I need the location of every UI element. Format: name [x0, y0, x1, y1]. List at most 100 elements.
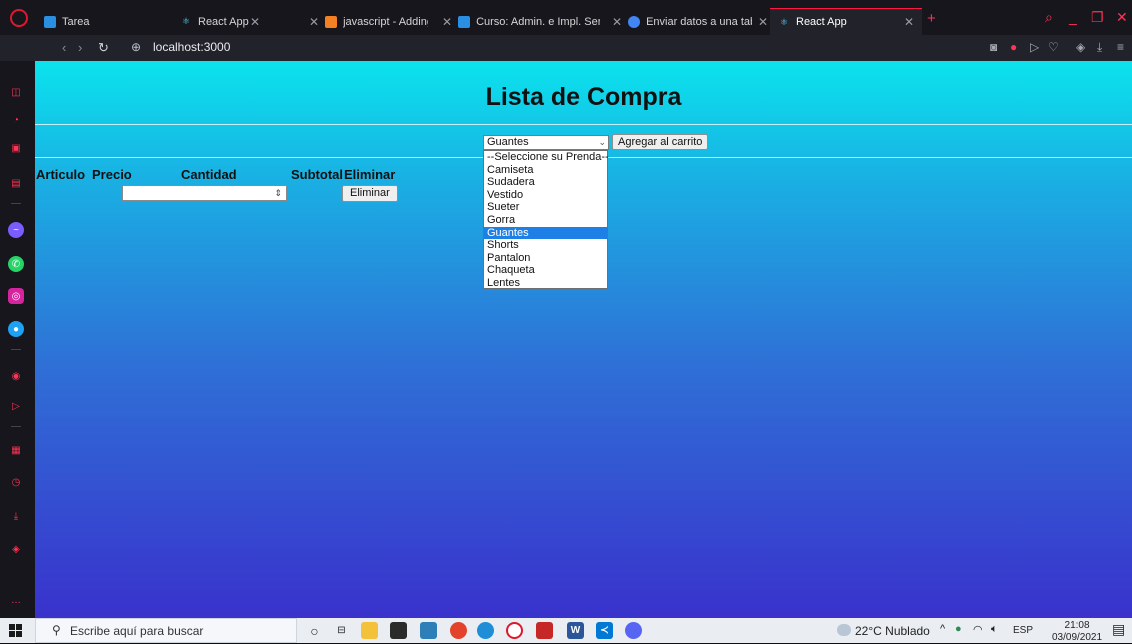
windows-start-icon[interactable] — [9, 624, 22, 637]
dropdown-option[interactable]: Sueter — [484, 201, 607, 214]
browser-tab[interactable]: ⚛ React App — [172, 8, 302, 35]
google-favicon-icon — [628, 15, 641, 28]
cortana-icon[interactable]: ○ — [306, 622, 323, 639]
dropdown-option[interactable]: Gorra — [484, 214, 607, 227]
wifi-icon[interactable]: ◠ — [973, 623, 983, 636]
dropdown-option-selected[interactable]: Guantes — [484, 226, 607, 240]
opera-logo-icon[interactable] — [10, 9, 28, 27]
stackoverflow-favicon-icon — [325, 15, 338, 28]
restore-icon[interactable]: ❐ — [1091, 9, 1104, 26]
sidebar-divider — [11, 426, 21, 427]
dropdown-option[interactable]: Chaqueta — [484, 264, 607, 277]
flow-icon[interactable]: ◔ — [8, 112, 24, 128]
new-tab-icon[interactable]: + — [927, 10, 936, 27]
vscode-icon[interactable]: ≺ — [596, 622, 613, 639]
tray-app-icon[interactable]: ● — [955, 623, 962, 635]
volume-icon[interactable]: 🔈︎ — [991, 623, 998, 636]
opera-taskbar-icon[interactable] — [506, 622, 523, 639]
browser-tab[interactable]: ✕ Enviar datos a una tabla re ✕ — [604, 8, 776, 35]
edge-icon[interactable] — [477, 622, 494, 639]
tab-close-icon[interactable]: ✕ — [612, 15, 622, 29]
spinner-arrows-icon[interactable]: ⇕ — [274, 186, 282, 200]
whatsapp-icon[interactable]: ✆ — [8, 256, 24, 272]
speed-dial-icon[interactable]: ◫ — [8, 84, 24, 100]
reload-icon[interactable]: ↻ — [98, 40, 109, 56]
close-window-icon[interactable]: ✕ — [1116, 9, 1128, 26]
more-icon[interactable]: … — [8, 592, 24, 608]
course-favicon-icon — [458, 15, 471, 28]
download-icon[interactable]: ⤓ — [1097, 40, 1102, 55]
tab-close-icon[interactable]: ✕ — [309, 15, 319, 29]
snapshot-icon[interactable]: ◙ — [990, 40, 997, 54]
twitch-icon[interactable]: ▤ — [8, 175, 24, 191]
easy-setup-icon[interactable]: ≡ — [1117, 40, 1124, 54]
header-articulo: Articulo — [36, 167, 86, 182]
search-tabs-icon[interactable]: ⌕ — [1045, 9, 1053, 26]
clock-time: 21:08 — [1064, 620, 1090, 631]
tab-close-icon[interactable]: ✕ — [442, 15, 452, 29]
tab-favicon-icon — [44, 15, 56, 28]
dropdown-option[interactable]: Lentes — [484, 277, 607, 290]
steam-icon[interactable] — [420, 622, 437, 639]
downloads-sidebar-icon[interactable]: ⤓ — [8, 508, 24, 524]
tab-close-icon[interactable]: ✕ — [904, 15, 914, 29]
tab-close-icon[interactable]: ✕ — [758, 15, 768, 29]
page-title: Lista de Compra — [485, 83, 682, 111]
heart-icon[interactable]: ♡ — [1048, 40, 1059, 54]
extensions-cube-icon[interactable]: ◈ — [1076, 40, 1085, 54]
twitter-icon[interactable]: ● — [8, 321, 24, 337]
dropdown-option[interactable]: Shorts — [484, 239, 607, 252]
shopping-bag-icon[interactable]: ▣ — [8, 140, 24, 156]
tab-title: javascript - Adding a Table — [343, 15, 428, 28]
back-icon[interactable]: ‹ — [62, 40, 66, 55]
weather-status[interactable]: 22°C Nublado — [855, 624, 930, 638]
taskbar-search-placeholder[interactable]: Escribe aquí para buscar — [70, 624, 203, 638]
taskbar-clock[interactable]: 21:08 03/09/2021 — [1052, 620, 1102, 644]
page-viewport: Lista de Compra Guantes ⌄ Agregar al car… — [35, 61, 1132, 618]
send-icon[interactable]: ▷ — [1030, 40, 1039, 54]
history-icon[interactable]: ◷ — [8, 474, 24, 490]
extensions-sidebar-icon[interactable]: ◈ — [8, 541, 24, 557]
dropdown-option[interactable]: Pantalon — [484, 252, 607, 265]
header-eliminar: Eliminar — [344, 167, 396, 182]
select-value: Guantes — [487, 136, 529, 148]
garment-select[interactable]: Guantes ⌄ — [483, 135, 609, 150]
discord-icon[interactable] — [625, 622, 642, 639]
browser-tab[interactable]: ✕ javascript - Adding a Table — [301, 8, 436, 35]
delete-button[interactable]: Eliminar — [342, 185, 398, 202]
adblock-shield-icon[interactable]: ● — [1010, 40, 1017, 54]
forward-icon[interactable]: › — [78, 40, 82, 55]
tray-chevron-up-icon[interactable]: ^ — [940, 623, 945, 635]
game-app-icon[interactable] — [536, 622, 553, 639]
workspaces-grid-icon[interactable]: ▦ — [8, 442, 24, 458]
task-view-icon[interactable]: ⊟ — [333, 622, 350, 639]
sidebar-divider — [11, 349, 21, 350]
site-info-icon[interactable]: ⊕ — [131, 40, 141, 54]
tab-title: Enviar datos a una tabla re — [646, 15, 752, 28]
tab-title: React App — [796, 16, 847, 28]
dropdown-option[interactable]: Vestido — [484, 189, 607, 202]
browser-tab-active[interactable]: ⚛ React App ✕ — [770, 8, 922, 35]
garment-dropdown-list: --Seleccione su Prenda-- Camiseta Sudade… — [483, 150, 609, 290]
notifications-icon[interactable]: ▤ — [1112, 621, 1125, 638]
dropdown-option[interactable]: Sudadera — [484, 176, 607, 189]
tab-title: React App — [198, 15, 249, 28]
dropdown-option[interactable]: Camiseta — [484, 164, 607, 177]
store-icon[interactable] — [390, 622, 407, 639]
header-subtotal: Subtotal — [291, 167, 343, 182]
file-explorer-icon[interactable] — [361, 622, 378, 639]
browser-tab[interactable]: ✕ Curso: Admin. e Impl. Serv. — [434, 8, 608, 35]
url-field[interactable]: localhost:3000 — [153, 40, 230, 54]
messenger-icon[interactable]: ~ — [8, 222, 24, 238]
add-to-cart-button[interactable]: Agregar al carrito — [612, 134, 709, 150]
dropdown-option[interactable]: --Seleccione su Prenda-- — [484, 151, 609, 164]
send-sidebar-icon[interactable]: ▷ — [8, 398, 24, 414]
player-icon[interactable]: ◉ — [8, 368, 24, 384]
language-indicator[interactable]: ESP — [1013, 625, 1033, 636]
cloud-icon — [837, 624, 851, 636]
word-icon[interactable]: W — [567, 622, 584, 639]
minimize-icon[interactable]: _ — [1069, 9, 1077, 25]
quantity-stepper[interactable]: ⇕ — [122, 185, 287, 201]
instagram-icon[interactable]: ◎ — [8, 288, 24, 304]
chrome-icon[interactable] — [450, 622, 467, 639]
